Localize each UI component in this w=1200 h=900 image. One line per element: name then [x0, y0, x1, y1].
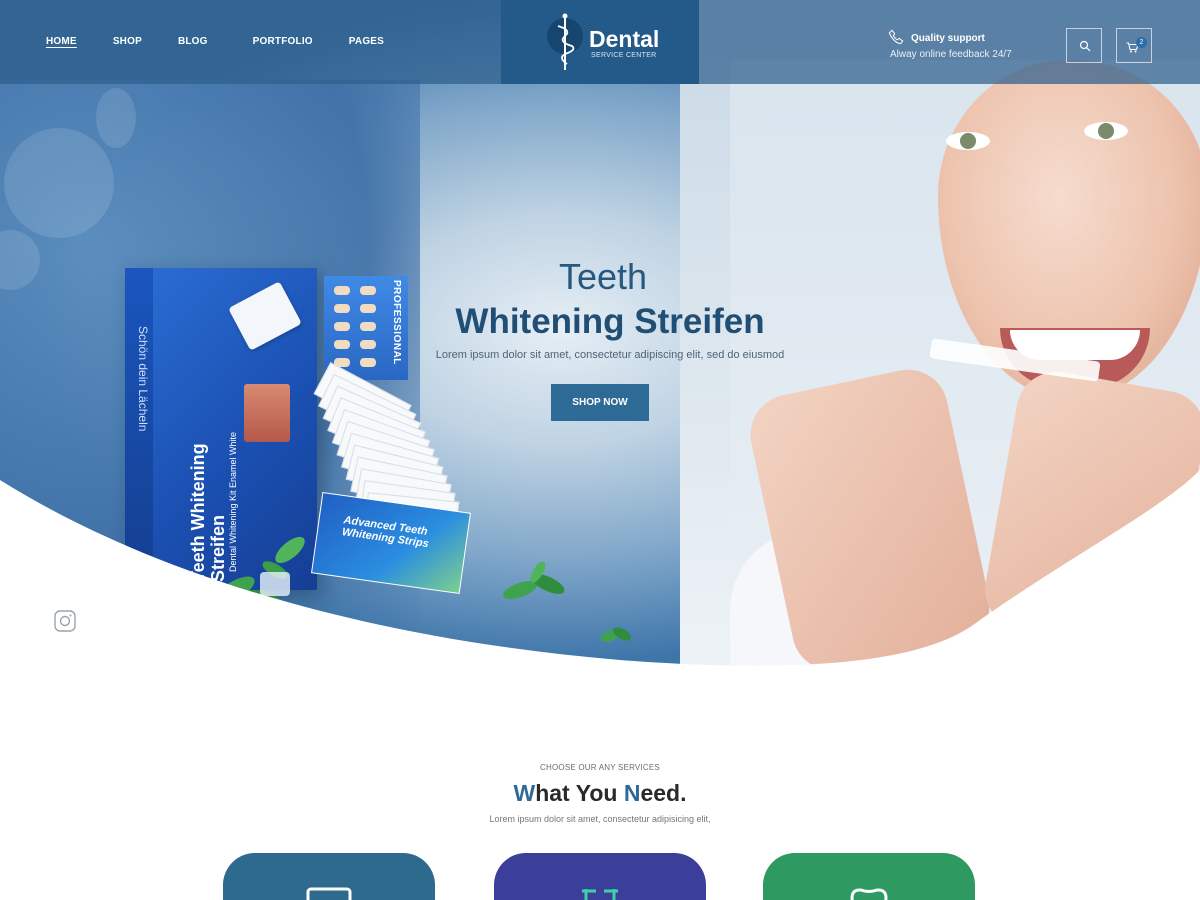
tooth-icon [850, 888, 888, 900]
tooth-chart-icon [582, 889, 618, 900]
model-eye [946, 132, 990, 150]
phone-icon [888, 29, 904, 45]
cart-count-badge: 2 [1136, 37, 1147, 48]
nav-home[interactable]: HOME [46, 36, 77, 47]
nav-pages[interactable]: PAGES [349, 36, 384, 47]
shop-now-button[interactable]: SHOP NOW [551, 384, 649, 421]
title-part: hat You [535, 780, 624, 806]
title-part: eed. [640, 780, 687, 806]
services-subtitle: Lorem ipsum dolor sit amet, consectetur … [489, 814, 711, 824]
cart-button[interactable]: 2 [1116, 28, 1152, 63]
services-title: What You Need. [0, 780, 1200, 807]
nav-blog[interactable]: BLOG [178, 36, 208, 47]
logo-subtitle: SERVICE CENTER [591, 52, 657, 59]
search-button[interactable] [1066, 28, 1102, 63]
nav-portfolio[interactable]: PORTFOLIO [253, 36, 313, 47]
instagram-icon[interactable] [53, 609, 77, 633]
flower-decoration [96, 88, 136, 148]
monitor-icon [306, 887, 352, 900]
service-card-3[interactable] [763, 853, 975, 900]
hero-title-line2: Whitening Streifen [455, 302, 765, 341]
product-teeth-image [244, 384, 290, 442]
logo[interactable]: Dental SERVICE CENTER [501, 0, 699, 84]
logo-title: Dental [589, 26, 660, 52]
shade-card-label: PROFESSIONAL [391, 280, 402, 365]
search-icon [1079, 40, 1091, 52]
nav-shop[interactable]: SHOP [113, 36, 142, 47]
flower-decoration [4, 128, 114, 238]
service-card-1[interactable] [223, 853, 435, 900]
hero-title-line1: Teeth [558, 256, 648, 297]
service-card-2[interactable] [494, 853, 706, 900]
title-part: N [623, 780, 641, 806]
hero-subtitle: Lorem ipsum dolor sit amet, consectetur … [435, 349, 785, 361]
main-nav: HOME SHOP BLOG PORTFOLIO PAGES [46, 36, 420, 47]
support-title: Quality support [911, 33, 985, 44]
hero-wave-divider [0, 470, 1200, 680]
site-header: HOME SHOP BLOG PORTFOLIO PAGES Dental SE… [0, 0, 1200, 84]
services-kicker: CHOOSE OUR ANY SERVICES [540, 763, 660, 772]
model-eye [1084, 122, 1128, 140]
title-part: W [513, 780, 536, 806]
hero-section: Schön dein Lächeln Teeth Whitening Strei… [0, 0, 1200, 680]
support-text: Alway online feedback 24/7 [890, 49, 1012, 60]
caduceus-icon [557, 13, 575, 70]
